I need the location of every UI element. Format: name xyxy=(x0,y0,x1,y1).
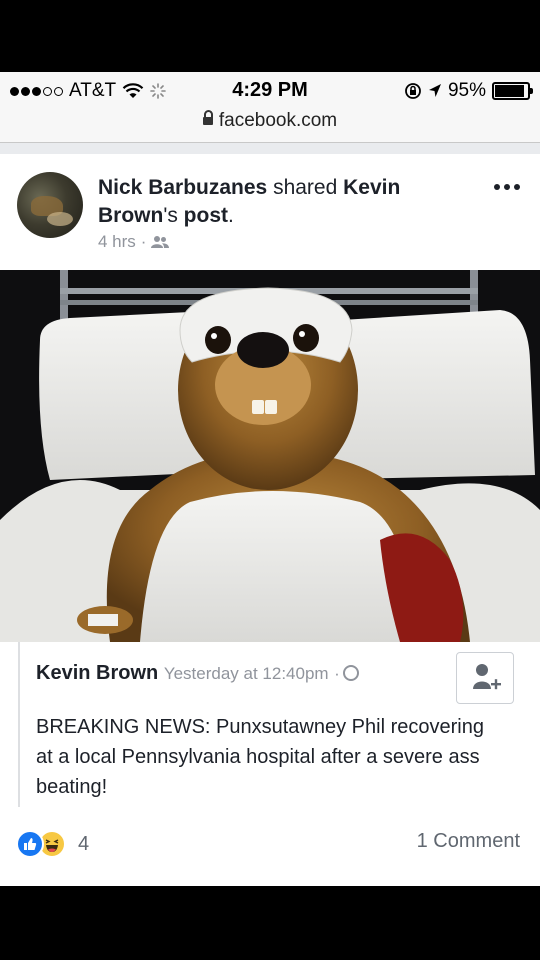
battery-icon xyxy=(492,82,533,100)
battery-percent: 95% xyxy=(447,80,486,101)
friends-icon xyxy=(151,236,170,248)
reaction-count: 4 xyxy=(78,832,90,855)
avatar[interactable] xyxy=(17,172,83,238)
status-bar: AT&T 4:29 PM 95% xyxy=(0,72,540,108)
shared-post-header: Kevin Brown Yesterday at 12:40pm · xyxy=(36,662,359,685)
add-friend-button[interactable] xyxy=(456,652,514,704)
groundhog-hospital-image xyxy=(0,270,540,642)
comments-count[interactable]: 1 Comment xyxy=(417,830,520,853)
post-link[interactable]: post xyxy=(184,204,228,227)
more-dots-icon[interactable] xyxy=(494,184,520,190)
shared-text: shared xyxy=(267,176,344,199)
meta-separator: · xyxy=(140,232,147,251)
shared-post: Kevin Brown Yesterday at 12:40pm · BREAK… xyxy=(18,642,524,807)
feed-post: Nick Barbuzanes shared Kevin Brown 's pos… xyxy=(0,154,540,886)
lock-icon xyxy=(202,110,213,125)
post-meta: 4 hrs · xyxy=(98,232,170,252)
like-icon xyxy=(16,830,44,858)
reactions-summary[interactable]: 4 xyxy=(16,830,89,858)
phone-screen: AT&T 4:29 PM 95% facebook.com Nick Barbu… xyxy=(0,72,540,886)
location-arrow-icon xyxy=(428,84,441,97)
post-header: Nick Barbuzanes shared Kevin Brown's pos… xyxy=(98,174,458,230)
orientation-lock-icon xyxy=(405,83,421,99)
period: . xyxy=(228,204,234,227)
shared-author[interactable]: Kevin Brown xyxy=(36,662,158,684)
post-photo[interactable] xyxy=(0,270,540,642)
sharer-name[interactable]: Nick Barbuzanes xyxy=(98,176,267,199)
address-bar[interactable]: facebook.com xyxy=(0,108,540,143)
url-text[interactable]: facebook.com xyxy=(219,110,337,131)
possessive-suffix: 's xyxy=(163,204,184,227)
shared-timestamp[interactable]: Yesterday at 12:40pm xyxy=(164,664,329,683)
post-age[interactable]: 4 hrs xyxy=(98,232,136,252)
shared-separator: · xyxy=(334,664,340,683)
shared-post-text: BREAKING NEWS: Punxsutawney Phil recover… xyxy=(36,716,484,798)
add-friend-icon xyxy=(473,664,501,690)
globe-icon xyxy=(342,665,359,681)
status-right: 95% xyxy=(404,80,533,102)
